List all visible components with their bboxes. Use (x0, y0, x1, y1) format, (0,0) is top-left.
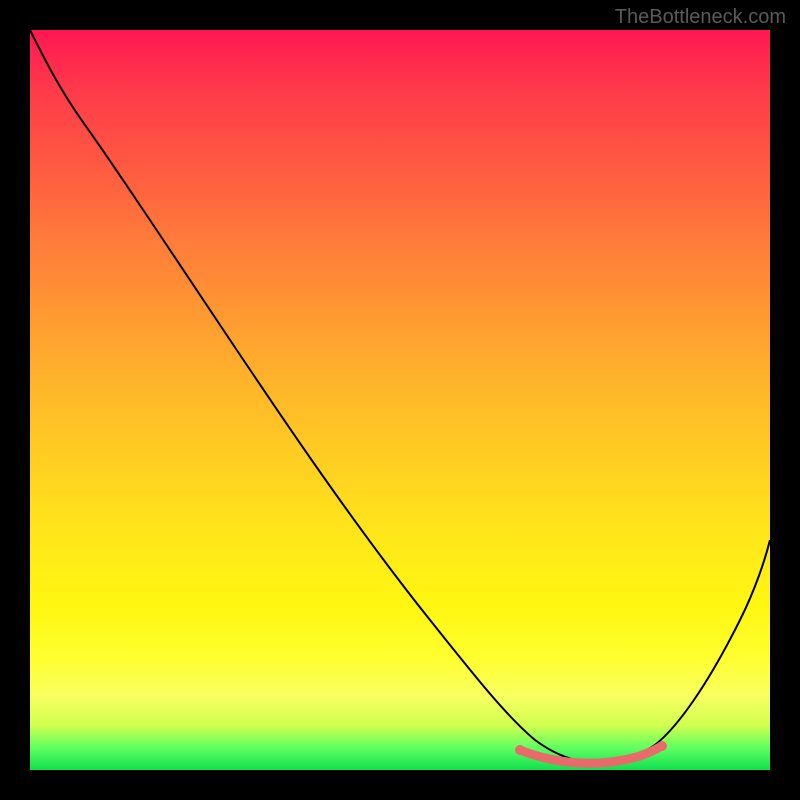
chart-svg (30, 30, 770, 770)
optimal-range-marker (520, 747, 660, 763)
marker-start-dot (515, 745, 525, 755)
watermark-text: TheBottleneck.com (615, 6, 786, 29)
bottleneck-curve (30, 30, 770, 763)
marker-end-dot (657, 741, 667, 751)
chart-container (30, 30, 770, 770)
